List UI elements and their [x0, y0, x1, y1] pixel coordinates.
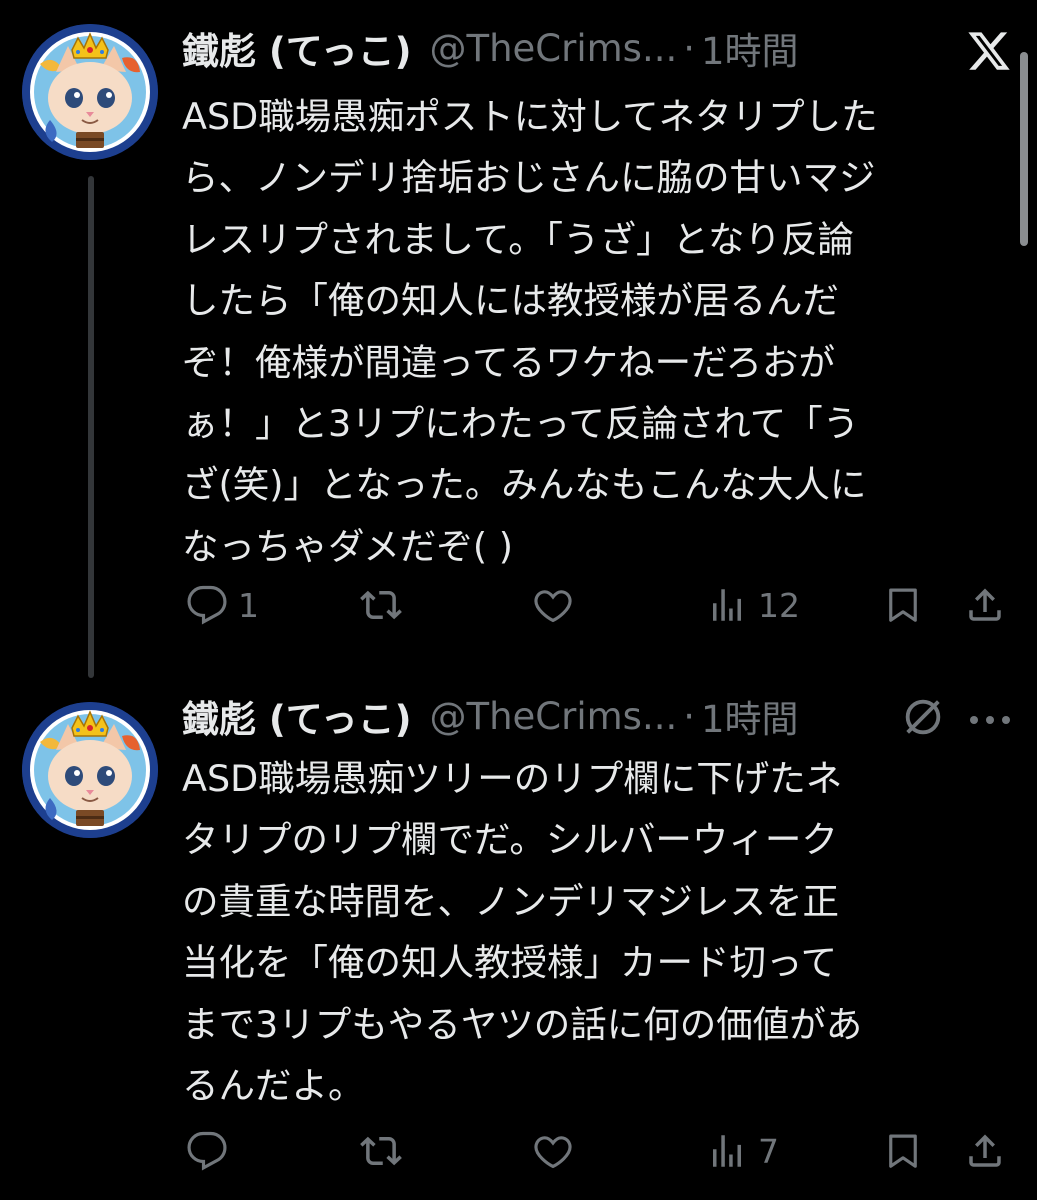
- reply-button[interactable]: [186, 1126, 238, 1176]
- bookmark-button[interactable]: [882, 580, 924, 630]
- views-button[interactable]: 7: [706, 1126, 779, 1176]
- no-entry-icon[interactable]: [900, 694, 946, 740]
- text-line: タリプのリプ欄でだ。シルバーウィーク: [182, 818, 838, 862]
- retweet-icon: [360, 1136, 402, 1166]
- scrollbar[interactable]: [1020, 52, 1028, 246]
- share-button[interactable]: [964, 1126, 1006, 1176]
- tweet-text: ASD職場愚痴ツリーのリプ欄に下げたネ タリプのリプ欄でだ。シルバーウィーク の…: [182, 748, 1012, 1116]
- retweet-icon: [360, 590, 402, 620]
- user-handle[interactable]: @TheCrims...: [429, 27, 677, 70]
- text-line: るんだよ。: [182, 1063, 365, 1107]
- user-handle[interactable]: @TheCrims...: [429, 695, 677, 738]
- text-line: ASD職場愚痴ポストに対してネタリプした: [182, 95, 878, 138]
- tweet-1[interactable]: 鐵彪 (てっこ) @TheCrims... · 1時間 ASD職場愚痴ポストに対…: [0, 0, 1037, 680]
- more-options-icon[interactable]: [968, 714, 1012, 726]
- cat-avatar-icon: [22, 702, 158, 838]
- text-line: ぁ！」と3リプにわたって反論されて「う: [182, 401, 860, 445]
- tweet-2[interactable]: 鐵彪 (てっこ) @TheCrims... · 1時間 ASD職場愚痴ツリーのリ…: [0, 680, 1037, 1200]
- like-button[interactable]: [532, 580, 584, 630]
- views-count: 12: [758, 585, 800, 625]
- text-line: まで3リプもやるヤツの話に何の価値があ: [182, 1002, 863, 1046]
- reply-icon: [187, 1131, 227, 1171]
- retweet-button[interactable]: [360, 580, 412, 630]
- heart-icon: [534, 1136, 572, 1169]
- tweet-header: 鐵彪 (てっこ) @TheCrims... · 1時間: [182, 20, 799, 76]
- text-line: したら「俺の知人には教授様が居るんだ: [182, 279, 839, 323]
- share-icon: [969, 588, 1001, 621]
- avatar[interactable]: [22, 702, 158, 838]
- retweet-button[interactable]: [360, 1126, 412, 1176]
- text-line: の貴重な時間を、ノンデリマジレスを正: [182, 879, 839, 923]
- views-count: 7: [758, 1131, 779, 1171]
- views-chart-icon: [713, 589, 741, 621]
- like-button[interactable]: [532, 1126, 584, 1176]
- text-line: 当化を「俺の知人教授様」カード切って: [182, 941, 838, 985]
- reply-icon: [187, 585, 227, 625]
- x-logo-icon[interactable]: [966, 28, 1012, 74]
- action-bar: 1 12: [182, 580, 1022, 630]
- avatar[interactable]: [22, 24, 158, 160]
- timestamp[interactable]: 1時間: [701, 21, 799, 75]
- text-line: なっちゃダメだぞ( ): [182, 524, 513, 568]
- text-line: ASD職場愚痴ツリーのリプ欄に下げたネ: [182, 757, 843, 800]
- reply-button[interactable]: 1: [186, 580, 259, 630]
- tweet-header: 鐵彪 (てっこ) @TheCrims... · 1時間: [182, 688, 799, 744]
- separator-dot: ·: [683, 694, 695, 738]
- text-line: ら、ノンデリ捨垢おじさんに脇の甘いマジ: [182, 156, 876, 200]
- text-line: ぞ！俺様が間違ってるワケねーだろおが: [182, 340, 835, 384]
- bookmark-icon: [889, 588, 917, 622]
- display-name[interactable]: 鐵彪 (てっこ): [182, 21, 411, 75]
- share-button[interactable]: [964, 580, 1006, 630]
- views-button[interactable]: 12: [706, 580, 800, 630]
- heart-icon: [534, 590, 572, 623]
- separator-dot: ·: [683, 26, 695, 70]
- timestamp[interactable]: 1時間: [701, 689, 799, 743]
- thread-connector-line: [88, 176, 94, 678]
- views-chart-icon: [713, 1135, 741, 1167]
- display-name[interactable]: 鐵彪 (てっこ): [182, 689, 411, 743]
- reply-count: 1: [238, 585, 259, 625]
- bookmark-button[interactable]: [882, 1126, 924, 1176]
- tweet-text: ASD職場愚痴ポストに対してネタリプした ら、ノンデリ捨垢おじさんに脇の甘いマジ…: [182, 86, 1012, 577]
- share-icon: [969, 1134, 1001, 1167]
- bookmark-icon: [889, 1134, 917, 1168]
- cat-avatar-icon: [22, 24, 158, 160]
- text-line: レスリプされまして。「うざ」となり反論: [182, 217, 854, 261]
- text-line: ざ(笑)」となった。みんなもこんな大人に: [182, 463, 867, 507]
- action-bar: 7: [182, 1126, 1022, 1176]
